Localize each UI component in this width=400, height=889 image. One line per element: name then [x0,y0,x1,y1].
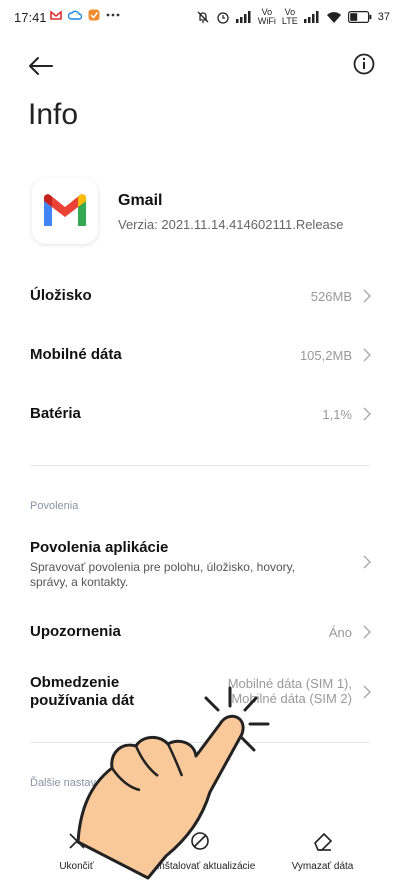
status-time: 17:41 [14,10,47,25]
eraser-icon [313,832,332,851]
battery-percent: 37 [377,11,390,23]
battery-label: Batéria [30,405,81,422]
system-icons: Vo WiFi Vo LTE 37 [196,8,390,26]
storage-value: 526MB [310,289,352,304]
top-bar [0,44,400,88]
app-name: Gmail [118,192,163,209]
back-arrow-icon[interactable] [26,52,56,80]
pointing-hand-icon [76,686,270,880]
notifications-value: Áno [328,625,352,640]
chevron-right-icon [363,289,371,303]
chevron-right-icon [363,685,371,699]
mobile-data-label: Mobilné dáta [30,346,122,363]
permissions-section-label: Povolenia [30,500,79,512]
volte-badge: Vo LTE [281,7,298,26]
gmail-notification-icon [50,10,62,20]
app-version: Verzia: 2021.11.14.414602111.Release [118,217,344,232]
vowifi-badge: Vo WiFi [257,7,276,26]
battery-icon [347,11,372,23]
storage-label: Úložisko [30,287,92,304]
chevron-right-icon [363,407,371,421]
cloud-notification-icon [68,10,82,20]
divider [30,465,370,466]
notifications-label: Upozornenia [30,623,121,640]
battery-row[interactable]: Batéria 1,1% [0,394,400,434]
storage-row[interactable]: Úložisko 526MB [0,276,400,316]
app-notification-icon [88,9,100,21]
chevron-right-icon [363,348,371,362]
notifications-row[interactable]: Upozornenia Áno [0,612,400,652]
clear-data-label: Vymazať dáta [291,861,354,872]
battery-value: 1,1% [322,407,352,422]
app-permissions-label: Povolenia aplikácie [30,539,169,556]
notification-icons [50,9,120,21]
chevron-right-icon [363,625,371,639]
more-notifications-icon [106,13,120,17]
chevron-right-icon [363,555,371,569]
signal-sim2-icon [303,11,319,23]
app-icon [32,178,98,244]
info-icon[interactable] [352,52,376,76]
signal-sim1-icon [235,11,251,23]
alarm-icon [217,12,229,24]
mobile-data-row[interactable]: Mobilné dáta 105,2MB [0,335,400,375]
gmail-logo-icon [44,194,86,226]
app-permissions-row[interactable]: Povolenia aplikácie Spravovať povolenia … [0,530,400,592]
hand-shape [76,714,245,880]
mute-icon [197,11,209,23]
mobile-data-value: 105,2MB [299,348,352,363]
app-permissions-subtitle: Spravovať povolenia pre polohu, úložisko… [30,560,296,589]
wifi-icon [326,12,341,23]
status-bar: 17:41 Vo WiFi Vo LTE 37 [0,0,400,34]
page-title: Info [28,98,79,131]
